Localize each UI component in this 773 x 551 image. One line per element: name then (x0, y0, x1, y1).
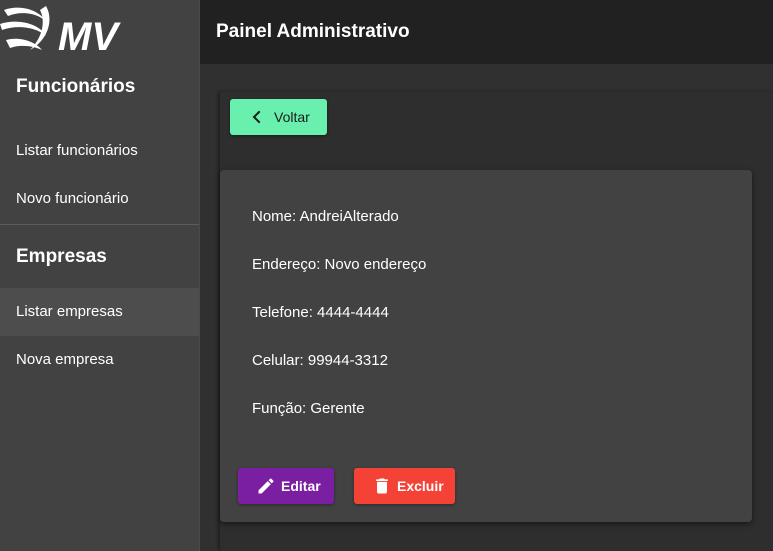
field-nome: Nome: AndreiAlterado (252, 208, 399, 225)
sidebar-divider (0, 224, 199, 225)
main-content: Voltar Nome: AndreiAlterado Endereço: No… (200, 64, 773, 551)
edit-button-label: Editar (281, 478, 321, 494)
section-title-empresas: Empresas (16, 246, 107, 267)
field-funcao: Função: Gerente (252, 400, 365, 417)
field-celular: Celular: 99944-3312 (252, 352, 388, 369)
nav-item-listar-empresas[interactable]: Listar empresas (0, 288, 199, 336)
back-button-label: Voltar (274, 109, 310, 125)
edit-button[interactable]: Editar (238, 468, 334, 504)
app-bar: Painel Administrativo (200, 0, 773, 64)
logo-text: MV (58, 15, 121, 59)
employee-details-card: Nome: AndreiAlterado Endereço: Novo ende… (220, 170, 752, 522)
field-endereco: Endereço: Novo endereço (252, 256, 427, 273)
mv-logo: MV (0, 0, 200, 64)
nav-item-listar-funcionarios[interactable]: Listar funcionários (0, 127, 199, 175)
mv-logo-graphic: MV (0, 6, 121, 59)
delete-button[interactable]: Excluir (354, 468, 455, 504)
field-telefone: Telefone: 4444-4444 (252, 304, 389, 321)
chevron-left-icon (252, 110, 261, 124)
delete-button-label: Excluir (397, 478, 444, 494)
trash-icon (376, 478, 388, 494)
sidebar: MV Funcionários Listar funcionários Novo… (0, 0, 200, 551)
section-title-funcionarios: Funcionários (16, 76, 136, 97)
nav-item-nova-empresa[interactable]: Nova empresa (0, 336, 199, 384)
nav-item-novo-funcionario[interactable]: Novo funcionário (0, 175, 199, 223)
pencil-icon (258, 478, 274, 494)
page-title: Painel Administrativo (216, 21, 410, 42)
back-button[interactable]: Voltar (230, 99, 327, 135)
